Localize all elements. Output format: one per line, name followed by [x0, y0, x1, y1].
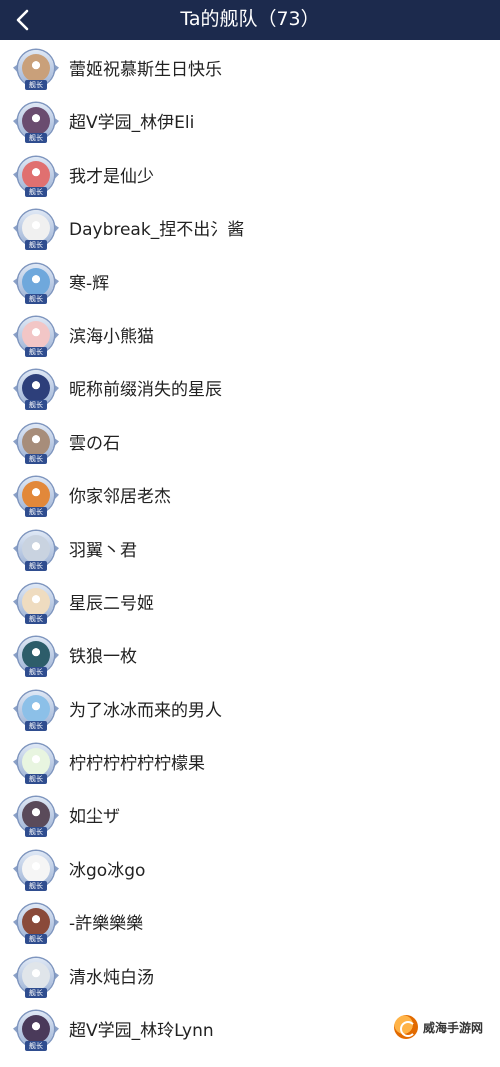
watermark-icon: [394, 1015, 418, 1039]
member-name: 羽翼丶君: [69, 540, 137, 561]
captain-badge: 舰长: [25, 80, 47, 90]
captain-badge: 舰长: [25, 186, 47, 197]
captain-badge: 舰长: [25, 400, 47, 411]
member-name: 铁狼一枚: [69, 647, 137, 668]
avatar[interactable]: 舰长: [13, 902, 59, 946]
captain-badge: 舰长: [25, 133, 47, 144]
captain-badge: 舰长: [25, 987, 47, 998]
avatar-image: [22, 54, 50, 82]
list-item[interactable]: 舰长 你家邻居老杰: [0, 471, 500, 524]
member-name: Daybreak_捏不出氵酱: [69, 220, 245, 241]
member-name: 柠柠柠柠柠柠檬果: [69, 754, 205, 775]
list-item[interactable]: 舰长 铁狼一枚: [0, 631, 500, 684]
captain-badge: 舰长: [25, 453, 47, 464]
avatar-image: [22, 854, 50, 883]
member-name: 我才是仙少: [69, 166, 154, 187]
avatar-image: [22, 1015, 50, 1044]
list-item[interactable]: 舰长 寒-辉: [0, 258, 500, 311]
avatar-image: [22, 748, 50, 777]
avatar-image: [22, 267, 50, 296]
avatar[interactable]: 舰长: [13, 475, 59, 519]
avatar-image: [22, 961, 50, 990]
avatar[interactable]: 舰长: [13, 742, 59, 786]
list-item[interactable]: 舰长 清水炖白汤: [0, 952, 500, 1005]
member-name: 你家邻居老杰: [69, 487, 171, 508]
avatar[interactable]: 舰长: [13, 48, 59, 92]
member-name: 冰go冰go: [69, 860, 146, 881]
captain-badge: 舰长: [25, 1041, 47, 1052]
avatar[interactable]: 舰长: [13, 956, 59, 1000]
list-item[interactable]: 舰长 羽翼丶君: [0, 525, 500, 578]
avatar-image: [22, 160, 50, 189]
member-name: 超V学园_林伊Eli: [69, 113, 195, 134]
avatar[interactable]: 舰长: [13, 689, 59, 733]
avatar[interactable]: 舰长: [13, 155, 59, 199]
avatar[interactable]: 舰长: [13, 795, 59, 839]
member-name: 昵称前缀消失的星辰: [69, 380, 222, 401]
list-item[interactable]: 舰长 如尘ザ: [0, 791, 500, 844]
avatar[interactable]: 舰长: [13, 1009, 59, 1053]
list-item[interactable]: 舰长 Daybreak_捏不出氵酱: [0, 204, 500, 257]
avatar-image: [22, 694, 50, 723]
member-name: 为了冰冰而来的男人: [69, 700, 222, 721]
page-title: Ta的舰队（73）: [180, 8, 320, 30]
member-name: 星辰二号姬: [69, 593, 154, 614]
member-name: 蕾姬祝慕斯生日快乐: [69, 60, 222, 80]
member-name: 滨海小熊猫: [69, 326, 154, 347]
avatar[interactable]: 舰长: [13, 368, 59, 412]
captain-badge: 舰长: [25, 240, 47, 251]
list-item[interactable]: 舰长 蕾姬祝慕斯生日快乐: [0, 44, 500, 97]
member-name: 雲の石: [69, 433, 120, 454]
avatar-image: [22, 481, 50, 510]
avatar-image: [22, 214, 50, 243]
list-item[interactable]: 舰长 滨海小熊猫: [0, 311, 500, 364]
captain-badge: 舰长: [25, 880, 47, 891]
list-item[interactable]: 舰长 -許樂樂樂: [0, 898, 500, 951]
avatar-image: [22, 427, 50, 456]
member-name: 寒-辉: [69, 273, 110, 294]
captain-badge: 舰长: [25, 507, 47, 518]
avatar[interactable]: 舰长: [13, 101, 59, 145]
captain-badge: 舰长: [25, 667, 47, 678]
list-item[interactable]: 舰长 昵称前缀消失的星辰: [0, 364, 500, 417]
avatar[interactable]: 舰长: [13, 422, 59, 466]
avatar[interactable]: 舰长: [13, 635, 59, 679]
list-item[interactable]: 舰长 星辰二号姬: [0, 578, 500, 631]
captain-badge: 舰长: [25, 613, 47, 624]
member-name: -許樂樂樂: [69, 914, 144, 935]
captain-badge: 舰长: [25, 720, 47, 731]
avatar[interactable]: 舰长: [13, 208, 59, 252]
captain-badge: 舰长: [25, 346, 47, 357]
captain-badge: 舰长: [25, 560, 47, 571]
captain-badge: 舰长: [25, 774, 47, 785]
member-name: 超V学园_林玲Lynn: [69, 1021, 214, 1042]
captain-badge: 舰长: [25, 293, 47, 304]
list-item[interactable]: 舰长 为了冰冰而来的男人: [0, 685, 500, 738]
member-list: 舰长 蕾姬祝慕斯生日快乐 舰长 超V学园_林伊Eli 舰长 我才是仙少 舰长 Daybreak…: [0, 44, 500, 1058]
list-item[interactable]: 舰长 我才是仙少: [0, 151, 500, 204]
avatar[interactable]: 舰长: [13, 582, 59, 626]
captain-badge: 舰长: [25, 827, 47, 838]
avatar[interactable]: 舰长: [13, 315, 59, 359]
list-item[interactable]: 舰长 柠柠柠柠柠柠檬果: [0, 738, 500, 791]
avatar[interactable]: 舰长: [13, 849, 59, 893]
watermark-logo: 威海手游网: [394, 1012, 494, 1042]
member-name: 如尘ザ: [69, 807, 120, 828]
avatar[interactable]: 舰长: [13, 262, 59, 306]
list-item[interactable]: 舰长 雲の石: [0, 418, 500, 471]
watermark-text: 威海手游网: [423, 1020, 484, 1035]
avatar[interactable]: 舰长: [13, 529, 59, 573]
avatar-image: [22, 534, 50, 563]
member-name: 清水炖白汤: [69, 967, 154, 988]
list-item[interactable]: 舰长 冰go冰go: [0, 845, 500, 898]
avatar-image: [22, 320, 50, 349]
header-bar: Ta的舰队（73）: [0, 0, 500, 40]
avatar-image: [22, 587, 50, 616]
list-item[interactable]: 舰长 超V学园_林伊Eli: [0, 97, 500, 150]
captain-badge: 舰长: [25, 934, 47, 945]
